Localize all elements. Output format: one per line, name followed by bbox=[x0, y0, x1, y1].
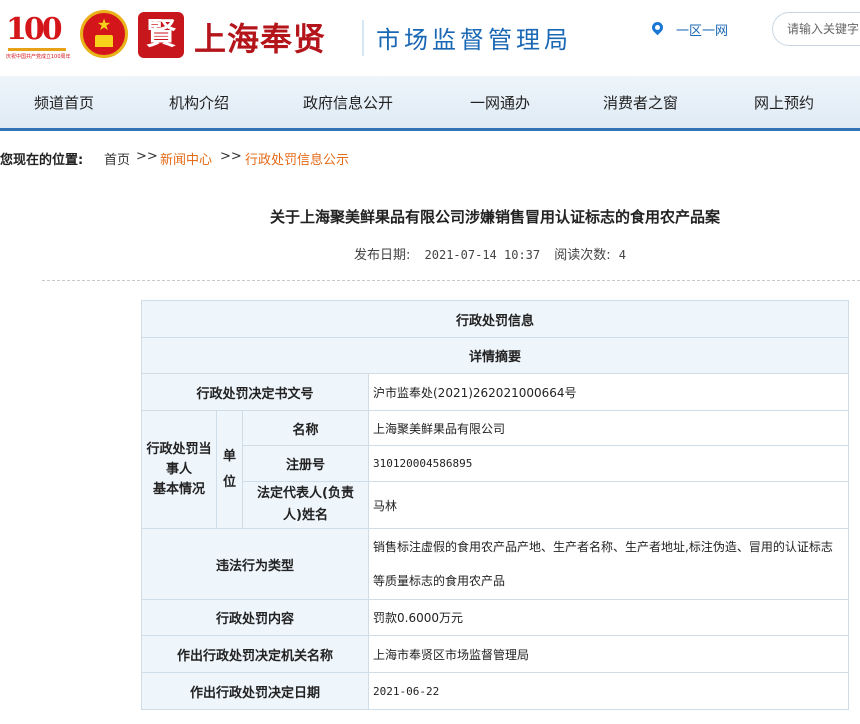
nav-item-about[interactable]: 机构介绍 bbox=[169, 92, 229, 113]
site-title[interactable]: 上海奉贤 bbox=[194, 14, 326, 60]
table-row: 法定代表人(负责 人)姓名 马林 bbox=[142, 481, 850, 529]
violation-type-value: 销售标注虚假的食用农产品产地、生产者名称、生产者地址,标注伪造、冒用的认证标志 … bbox=[367, 528, 850, 600]
search-box[interactable] bbox=[772, 12, 860, 46]
table-row: 注册号 310120004586895 bbox=[142, 445, 850, 482]
centenary-ribbon bbox=[8, 48, 66, 51]
main-nav: 频道首页 机构介绍 政府信息公开 一网通办 消费者之窗 网上预约 bbox=[0, 76, 860, 131]
reg-no-label: 注册号 bbox=[242, 445, 369, 482]
breadcrumb-separator: >> bbox=[220, 149, 242, 164]
views-label: 阅读次数: bbox=[554, 248, 611, 263]
breadcrumb-home[interactable]: 首页 bbox=[104, 149, 130, 168]
penalty-content-label: 行政处罚内容 bbox=[141, 599, 369, 636]
table-row: 行政处罚信息 bbox=[140, 300, 850, 338]
nav-item-consumer[interactable]: 消费者之窗 bbox=[603, 92, 678, 113]
legal-rep-label-line: 法定代表人(负责 bbox=[257, 486, 354, 501]
decision-date-label: 作出行政处罚决定日期 bbox=[141, 672, 369, 710]
violation-type-label: 违法行为类型 bbox=[141, 528, 369, 600]
party-group-label-line: 行政处罚当 bbox=[146, 441, 212, 457]
fengxian-seal-logo: 賢 bbox=[138, 12, 184, 58]
national-emblem-icon: ★ bbox=[80, 10, 128, 58]
breadcrumb-separator: >> bbox=[136, 149, 158, 164]
nav-item-booking[interactable]: 网上预约 bbox=[754, 92, 814, 113]
yiqu-yiwang-link[interactable]: 一区一网 bbox=[676, 20, 728, 39]
legal-rep-value: 马林 bbox=[367, 481, 850, 529]
article-meta: 发布日期: 2021-07-14 10:37 阅读次数: 4 bbox=[354, 244, 626, 263]
summary-title: 详情摘要 bbox=[140, 337, 850, 374]
table-row: 详情摘要 bbox=[140, 337, 850, 374]
nav-item-home[interactable]: 频道首页 bbox=[34, 92, 94, 113]
centenary-number: 100 bbox=[6, 12, 63, 47]
site-header: 100 庆祝中国共产党成立100周年 ★ 賢 上海奉贤 市场监督管理局 一区一网 bbox=[0, 0, 860, 76]
doc-no-label: 行政处罚决定书文号 bbox=[141, 373, 369, 411]
reg-no-value: 310120004586895 bbox=[367, 445, 850, 482]
search-input[interactable] bbox=[773, 13, 860, 45]
party-group-label: 行政处罚当 事人 基本情况 bbox=[141, 410, 217, 529]
table-row: 行政处罚内容 罚款0.6000万元 bbox=[141, 599, 850, 636]
table-row: 行政处罚当 事人 基本情况 单 位 名称 上海聚美鲜果品有限公司 bbox=[141, 410, 850, 529]
party-group-label-line: 基本情况 bbox=[152, 481, 205, 497]
unit-label-line: 位 bbox=[222, 474, 236, 490]
location-pin-icon[interactable] bbox=[649, 19, 666, 36]
site-subtitle: 市场监督管理局 bbox=[376, 26, 572, 54]
decision-date-value: 2021-06-22 bbox=[367, 672, 850, 710]
party-group-label-line: 事人 bbox=[165, 461, 192, 477]
nav-item-one-net[interactable]: 一网通办 bbox=[470, 92, 530, 113]
breadcrumb-penalty[interactable]: 行政处罚信息公示 bbox=[245, 149, 349, 168]
section-title: 行政处罚信息 bbox=[140, 300, 850, 338]
article-title: 关于上海聚美鲜果品有限公司涉嫌销售冒用认证标志的食用农产品案 bbox=[269, 208, 720, 226]
violation-type-line: 等质量标志的食用农产品 bbox=[373, 574, 506, 588]
authority-value: 上海市奉贤区市场监督管理局 bbox=[367, 635, 850, 673]
publish-label: 发布日期: bbox=[354, 248, 411, 263]
views-count: 4 bbox=[618, 248, 627, 262]
legal-rep-label: 法定代表人(负责 人)姓名 bbox=[242, 481, 369, 529]
party-centenary-logo: 100 庆祝中国共产党成立100周年 bbox=[6, 10, 71, 60]
nav-item-gov-info[interactable]: 政府信息公开 bbox=[303, 92, 393, 113]
legal-rep-label-line: 人)姓名 bbox=[283, 508, 328, 523]
unit-label: 单 位 bbox=[216, 410, 243, 529]
name-label: 名称 bbox=[242, 410, 369, 446]
violation-type-line: 销售标注虚假的食用农产品产地、生产者名称、生产者地址,标注伪造、冒用的认证标志 bbox=[373, 540, 833, 554]
breadcrumb-news[interactable]: 新闻中心 bbox=[160, 149, 212, 168]
doc-no-value: 沪市监奉处(2021)262021000664号 bbox=[367, 373, 850, 411]
table-row: 行政处罚决定书文号 沪市监奉处(2021)262021000664号 bbox=[141, 373, 850, 411]
table-row: 作出行政处罚决定机关名称 上海市奉贤区市场监督管理局 bbox=[141, 635, 850, 673]
breadcrumb-prefix: 您现在的位置: bbox=[0, 153, 84, 168]
centenary-caption: 庆祝中国共产党成立100周年 bbox=[6, 54, 71, 60]
unit-label-line: 单 bbox=[222, 448, 236, 464]
table-row: 作出行政处罚决定日期 2021-06-22 bbox=[141, 672, 850, 710]
title-divider bbox=[362, 20, 364, 56]
table-row: 违法行为类型 销售标注虚假的食用农产品产地、生产者名称、生产者地址,标注伪造、冒… bbox=[141, 528, 850, 600]
penalty-content-value: 罚款0.6000万元 bbox=[367, 599, 850, 636]
publish-date: 2021-07-14 10:37 bbox=[424, 248, 541, 262]
dashed-divider bbox=[42, 280, 860, 281]
penalty-info-table: 行政处罚信息 详情摘要 行政处罚决定书文号 沪市监奉处(2021)2620210… bbox=[140, 300, 850, 710]
name-value: 上海聚美鲜果品有限公司 bbox=[367, 410, 850, 446]
authority-label: 作出行政处罚决定机关名称 bbox=[141, 635, 369, 673]
